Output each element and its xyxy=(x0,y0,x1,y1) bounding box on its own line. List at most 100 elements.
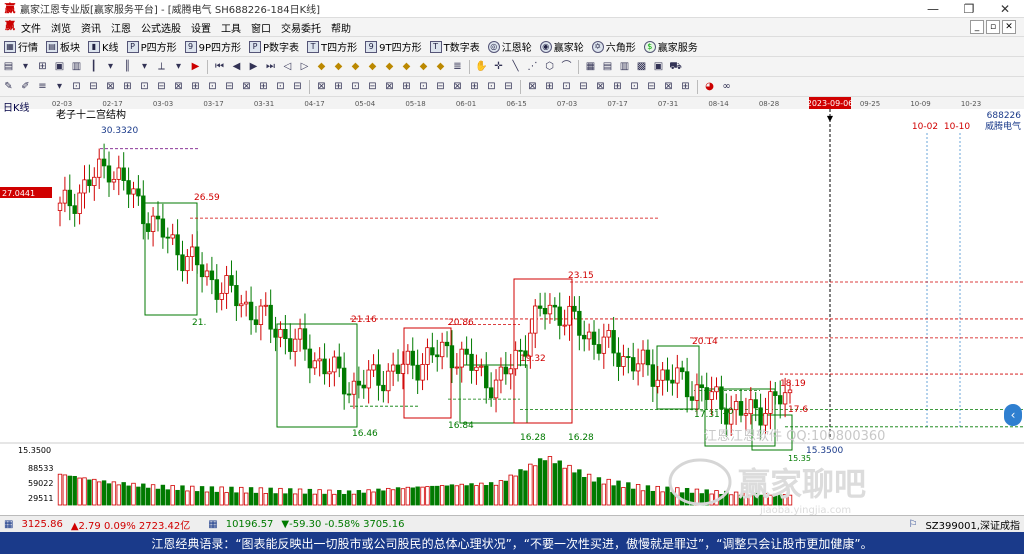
tool-icon[interactable]: ⊟ xyxy=(87,80,101,94)
diamond-icon[interactable]: ◆ xyxy=(315,60,329,74)
left-icon[interactable]: ◁ xyxy=(281,60,295,74)
tool-icon[interactable]: ⊡ xyxy=(138,80,152,94)
tool-icon[interactable]: ⊡ xyxy=(70,80,84,94)
infinity-icon[interactable]: ∞ xyxy=(720,80,734,94)
tool-icon[interactable]: ⊞ xyxy=(400,80,414,94)
tool-icon[interactable]: ⊡ xyxy=(417,80,431,94)
tool-icon[interactable]: ⊡ xyxy=(206,80,220,94)
tool-icon[interactable]: ⊟ xyxy=(155,80,169,94)
menu-trade[interactable]: 交易委托 xyxy=(281,20,321,35)
tb-sector-button[interactable]: ▤ 板块 xyxy=(46,39,80,54)
layout-icon[interactable]: ▤ xyxy=(2,60,16,74)
line-icon[interactable]: ╲ xyxy=(509,60,523,74)
candle-icon[interactable]: ┃ xyxy=(87,60,101,74)
pen-icon[interactable]: ✐ xyxy=(19,80,33,94)
tb-p-square-button[interactable]: P P四方形 xyxy=(126,39,177,54)
prev-icon[interactable]: ◀ xyxy=(230,60,244,74)
tool-icon[interactable]: ⊞ xyxy=(121,80,135,94)
tool-icon[interactable]: ⊠ xyxy=(662,80,676,94)
tool-icon[interactable]: ⊟ xyxy=(366,80,380,94)
close-button[interactable]: ✕ xyxy=(990,0,1020,18)
tool-icon[interactable]: ⊞ xyxy=(679,80,693,94)
tool-icon[interactable]: ⊟ xyxy=(577,80,591,94)
diamond-icon[interactable]: ◆ xyxy=(400,60,414,74)
tb-9p-square-button[interactable]: 9 9P四方形 xyxy=(184,39,241,54)
flag-icon[interactable]: ▶ xyxy=(189,60,203,74)
tool-icon[interactable]: ⊞ xyxy=(189,80,203,94)
tool-icon[interactable]: ⊠ xyxy=(240,80,254,94)
tool-icon[interactable]: ⊞ xyxy=(468,80,482,94)
grid-icon[interactable]: ▩ xyxy=(635,60,649,74)
stack-icon[interactable]: ≣ xyxy=(451,60,465,74)
tool-icon[interactable]: ⊟ xyxy=(291,80,305,94)
chart-icon[interactable]: ▣ xyxy=(53,60,67,74)
layout-icon[interactable]: ▥ xyxy=(618,60,632,74)
menu-file[interactable]: 文件 xyxy=(21,20,41,35)
layers-icon[interactable]: ≡ xyxy=(36,80,50,94)
arc-icon[interactable]: ⌒ xyxy=(560,60,574,74)
tool-icon[interactable]: ⊞ xyxy=(543,80,557,94)
tb-gann-wheel-button[interactable]: ◎ 江恩轮 xyxy=(487,39,532,54)
tool-icon[interactable]: ⊠ xyxy=(526,80,540,94)
maximize-button[interactable]: ❐ xyxy=(954,0,984,18)
dropdown-icon[interactable]: ▾ xyxy=(53,80,67,94)
diamond-icon[interactable]: ◆ xyxy=(366,60,380,74)
tb-t-numtable-button[interactable]: T T数字表 xyxy=(429,39,480,54)
tool-icon[interactable]: ⊠ xyxy=(315,80,329,94)
tool-icon[interactable]: ⊟ xyxy=(434,80,448,94)
dropdown-icon[interactable]: ▾ xyxy=(172,60,186,74)
tool-icon[interactable]: ⊠ xyxy=(383,80,397,94)
kline-chart[interactable]: 02-03 02-17 03-03 03-17 03-31 04-17 05-04 05-18… xyxy=(0,97,1024,515)
tool-icon[interactable]: ⊞ xyxy=(257,80,271,94)
menu-formula-screen[interactable]: 公式选股 xyxy=(141,20,181,35)
mdi-restore-icon[interactable]: ▫ xyxy=(986,20,1000,34)
last-icon[interactable]: ⏭ xyxy=(264,60,278,74)
hand-icon[interactable]: ✋ xyxy=(475,60,489,74)
bar-icon[interactable]: ▥ xyxy=(70,60,84,74)
diamond-icon[interactable]: ◆ xyxy=(417,60,431,74)
tool-icon[interactable]: ⊡ xyxy=(560,80,574,94)
tb-winner-wheel-button[interactable]: ◉ 赢家轮 xyxy=(539,39,584,54)
menu-help[interactable]: 帮助 xyxy=(331,20,351,35)
tool-icon[interactable]: ⊡ xyxy=(274,80,288,94)
shape-icon[interactable]: ⬡ xyxy=(543,60,557,74)
tb-p-numtable-button[interactable]: P P数字表 xyxy=(249,39,299,54)
menu-browse[interactable]: 浏览 xyxy=(51,20,71,35)
first-icon[interactable]: ⏮ xyxy=(213,60,227,74)
tool-icon[interactable]: ⊞ xyxy=(611,80,625,94)
diamond-icon[interactable]: ◆ xyxy=(434,60,448,74)
right-icon[interactable]: ▷ xyxy=(298,60,312,74)
tool-icon[interactable]: ⊟ xyxy=(223,80,237,94)
cross-icon[interactable]: ✛ xyxy=(492,60,506,74)
tool-icon[interactable]: ⊠ xyxy=(594,80,608,94)
tool-icon[interactable]: ⊡ xyxy=(349,80,363,94)
tb-kline-button[interactable]: ▮ K线 xyxy=(88,39,119,54)
next-icon[interactable]: ▶ xyxy=(247,60,261,74)
bars-icon[interactable]: ║ xyxy=(121,60,135,74)
chevron-left-icon[interactable]: ‹ xyxy=(1004,404,1022,426)
fan-icon[interactable]: ⋰ xyxy=(526,60,540,74)
diamond-icon[interactable]: ◆ xyxy=(349,60,363,74)
dropdown-icon[interactable]: ▾ xyxy=(138,60,152,74)
tool-icon[interactable]: ⊡ xyxy=(628,80,642,94)
tool-icon[interactable]: ⊡ xyxy=(485,80,499,94)
menu-news[interactable]: 资讯 xyxy=(81,20,101,35)
mdi-minimize-icon[interactable]: _ xyxy=(970,20,984,34)
grid-icon[interactable]: ⊞ xyxy=(36,60,50,74)
menu-settings[interactable]: 设置 xyxy=(191,20,211,35)
menu-gann[interactable]: 江恩 xyxy=(111,20,131,35)
window-icon[interactable]: ▣ xyxy=(652,60,666,74)
tool-icon[interactable]: ⊠ xyxy=(104,80,118,94)
car-icon[interactable]: ⛟ xyxy=(669,60,683,74)
diamond-icon[interactable]: ◆ xyxy=(383,60,397,74)
tb-quotes-button[interactable]: ▦ 行情 xyxy=(4,39,38,54)
tool-icon[interactable]: ⊞ xyxy=(332,80,346,94)
table-icon[interactable]: ▤ xyxy=(601,60,615,74)
tool-icon[interactable]: ⊠ xyxy=(172,80,186,94)
tool-icon[interactable]: ⊟ xyxy=(502,80,516,94)
tb-9t-square-button[interactable]: 9 9T四方形 xyxy=(365,39,422,54)
tool-icon[interactable]: ⊠ xyxy=(451,80,465,94)
tb-hexagon-button[interactable]: ✡ 六角形 xyxy=(591,39,636,54)
pencil-icon[interactable]: ✎ xyxy=(2,80,16,94)
diamond-icon[interactable]: ◆ xyxy=(332,60,346,74)
